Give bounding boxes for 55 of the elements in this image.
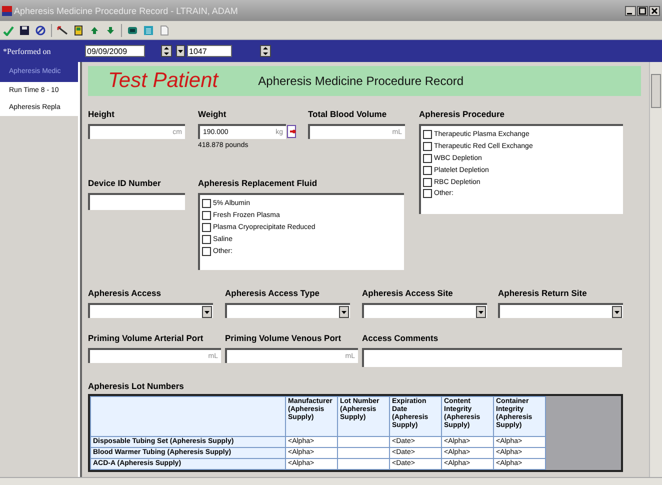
input-field[interactable]: [88, 193, 185, 210]
spinner-icon[interactable]: [260, 45, 271, 57]
monitor-icon[interactable]: [127, 24, 138, 36]
document-icon[interactable]: [159, 24, 170, 36]
form-title: Apheresis Medicine Procedure Record: [258, 74, 464, 88]
input-field[interactable]: [362, 348, 622, 367]
cancel-icon[interactable]: [35, 24, 46, 36]
checkbox[interactable]: [202, 222, 211, 232]
field-label: Apheresis Access: [88, 288, 162, 298]
checkbox[interactable]: [423, 154, 432, 163]
dropdown-field[interactable]: [498, 303, 623, 318]
field-label: Apheresis Replacement Fluid: [198, 178, 318, 188]
down-arrow-icon[interactable]: [105, 24, 116, 36]
field-label: Weight: [198, 109, 228, 119]
app-icon: [2, 6, 12, 16]
convert-icon[interactable]: [287, 125, 296, 138]
checkbox[interactable]: [423, 130, 432, 140]
save-icon[interactable]: [19, 24, 30, 36]
dropdown-field[interactable]: [88, 303, 213, 318]
close-icon[interactable]: [649, 6, 660, 16]
dropdown-field[interactable]: [362, 303, 487, 318]
field-label: Priming Volume Venous Port: [225, 333, 342, 343]
spinner-icon[interactable]: [161, 45, 172, 57]
wand-icon[interactable]: [57, 24, 68, 36]
checkbox[interactable]: [423, 166, 432, 175]
field-label: Apheresis Access Site: [362, 288, 454, 298]
checkbox[interactable]: [423, 178, 432, 187]
field-label: Total Blood Volume: [308, 109, 388, 119]
checkbox[interactable]: [423, 189, 432, 198]
date-field[interactable]: 09/09/2009: [85, 45, 145, 57]
field-label: Priming Volume Arterial Port: [88, 333, 204, 343]
checkbox[interactable]: [423, 142, 432, 152]
patient-name: Test Patient: [108, 69, 218, 93]
window-title: Apheresis Medicine Procedure Record - LTRAIN, ADAM: [14, 6, 239, 16]
section-title: Apheresis Lot Numbers: [88, 381, 185, 391]
horizontal-scrollbar[interactable]: [0, 477, 662, 485]
book-icon[interactable]: [73, 24, 84, 36]
maximize-icon[interactable]: [637, 6, 648, 16]
dropdown-field[interactable]: [225, 303, 350, 318]
checkbox[interactable]: [202, 234, 211, 244]
check-icon[interactable]: [3, 24, 14, 36]
field-label: Height: [88, 109, 116, 119]
field-label: Access Comments: [362, 333, 440, 343]
up-arrow-icon[interactable]: [89, 24, 100, 36]
checkbox[interactable]: [202, 246, 211, 256]
field-label: Device ID Number: [88, 178, 162, 188]
checkbox[interactable]: [202, 199, 211, 208]
minimize-icon[interactable]: [625, 6, 636, 16]
checkbox[interactable]: [202, 211, 211, 220]
performed-on-label: *Performed on: [3, 46, 52, 56]
time-field[interactable]: 1047: [187, 45, 232, 57]
field-label: Apheresis Procedure: [419, 109, 506, 119]
vertical-scrollbar[interactable]: [649, 62, 662, 477]
field-label: Apheresis Return Site: [498, 288, 588, 298]
field-label: Apheresis Access Type: [225, 288, 320, 298]
